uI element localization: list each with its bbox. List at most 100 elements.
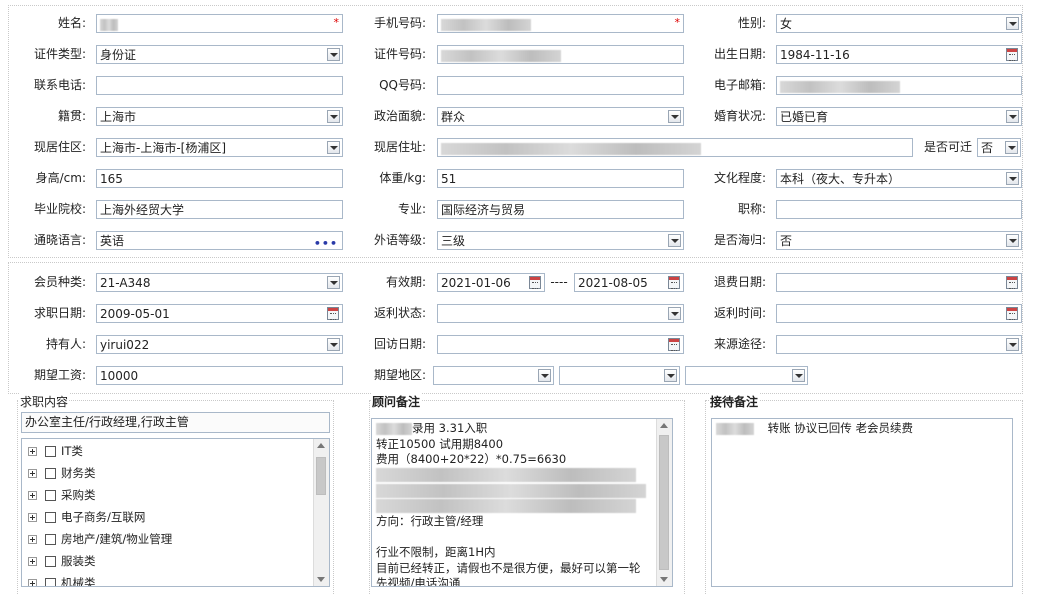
chevron-down-icon[interactable]: [1006, 110, 1019, 123]
chevron-down-icon[interactable]: [1006, 234, 1019, 247]
expand-icon[interactable]: [28, 579, 37, 586]
job-category-tree[interactable]: IT类 财务类 采购类 电子商务/互联网 房地产/建筑/物业管理 服装类 机械类: [21, 438, 330, 587]
expand-icon[interactable]: [28, 469, 37, 478]
advisor-note-line: 费用（8400+20*22）*0.75=6630: [376, 452, 654, 468]
tree-item[interactable]: 房地产/建筑/物业管理: [28, 529, 172, 550]
advisor-note-text: 费用（8400+20*22）*0.75=6630: [376, 452, 567, 466]
chevron-down-icon[interactable]: [327, 48, 340, 61]
chevron-down-icon[interactable]: [1006, 172, 1019, 185]
politics-select[interactable]: 群众: [437, 107, 684, 126]
refund-date-field[interactable]: [776, 273, 1022, 292]
marital-select[interactable]: 已婚已育: [776, 107, 1022, 126]
revisit-date-field[interactable]: [437, 335, 684, 354]
calendar-icon[interactable]: [529, 276, 541, 289]
region-city-select[interactable]: [559, 366, 680, 385]
chevron-down-icon[interactable]: [1006, 17, 1019, 30]
calendar-icon[interactable]: [668, 338, 680, 351]
scroll-down-icon[interactable]: [660, 577, 668, 582]
region-province-select[interactable]: [433, 366, 554, 385]
name-field[interactable]: *: [96, 14, 343, 33]
scroll-thumb[interactable]: [659, 435, 669, 570]
valid-to-field[interactable]: 2021-08-05: [574, 273, 684, 292]
expand-icon[interactable]: [28, 557, 37, 566]
education-select[interactable]: 本科（夜大、专升本）: [776, 169, 1022, 188]
chevron-down-icon[interactable]: [538, 369, 551, 382]
chevron-down-icon[interactable]: [792, 369, 805, 382]
chevron-down-icon[interactable]: [1005, 141, 1018, 154]
language-field[interactable]: 英语 •••: [96, 231, 343, 250]
native-select[interactable]: 上海市: [96, 107, 343, 126]
expand-icon[interactable]: [28, 513, 37, 522]
tree-item[interactable]: 机械类: [28, 573, 96, 586]
tree-item[interactable]: 采购类: [28, 485, 96, 506]
salary-field[interactable]: 10000: [96, 366, 343, 385]
checkbox[interactable]: [45, 578, 56, 586]
relocate-select[interactable]: 否: [977, 138, 1021, 157]
chevron-down-icon[interactable]: [668, 307, 681, 320]
chevron-down-icon[interactable]: [668, 234, 681, 247]
rebate-time-field[interactable]: [776, 304, 1022, 323]
expand-icon[interactable]: [28, 447, 37, 456]
checkbox[interactable]: [45, 512, 56, 523]
jobdate-field[interactable]: 2009-05-01: [96, 304, 343, 323]
checkbox[interactable]: [45, 556, 56, 567]
id-type-select[interactable]: 身份证: [96, 45, 343, 64]
weight-field[interactable]: 51: [437, 169, 684, 188]
job-summary-field[interactable]: 办公室主任/行政经理,行政主管: [21, 412, 330, 433]
scroll-up-icon[interactable]: [660, 423, 668, 428]
calendar-icon[interactable]: [327, 307, 339, 320]
tree-item[interactable]: 电子商务/互联网: [28, 507, 145, 528]
calendar-icon[interactable]: [1006, 276, 1018, 289]
scroll-down-icon[interactable]: [317, 577, 325, 582]
chevron-down-icon[interactable]: [327, 141, 340, 154]
holder-select[interactable]: yirui022: [96, 335, 343, 354]
scrollbar[interactable]: [656, 419, 672, 586]
chevron-down-icon[interactable]: [668, 110, 681, 123]
member-type-select[interactable]: 21-A348: [96, 273, 343, 292]
qq-field[interactable]: [437, 76, 684, 95]
lang-level-select[interactable]: 三级: [437, 231, 684, 250]
major-field[interactable]: 国际经济与贸易: [437, 200, 684, 219]
valid-from-field[interactable]: 2021-01-06: [437, 273, 545, 292]
expand-icon[interactable]: [28, 491, 37, 500]
calendar-icon[interactable]: [1006, 307, 1018, 320]
address-field[interactable]: [437, 138, 913, 157]
scroll-thumb[interactable]: [316, 457, 326, 495]
chevron-down-icon[interactable]: [664, 369, 677, 382]
advisor-notes-textarea[interactable]: 录用 3.31入职 转正10500 试用期8400 费用（8400+20*22）*0…: [371, 418, 673, 587]
checkbox[interactable]: [45, 534, 56, 545]
scrollbar[interactable]: [313, 439, 329, 586]
more-options-icon[interactable]: •••: [314, 234, 338, 249]
reception-notes-textarea[interactable]: 转账 协议已回传 老会员续费: [711, 418, 1013, 587]
email-field[interactable]: [776, 76, 1022, 95]
expand-icon[interactable]: [28, 535, 37, 544]
phone-field[interactable]: *: [437, 14, 684, 33]
region-district-select[interactable]: [685, 366, 808, 385]
title-field[interactable]: [776, 200, 1022, 219]
chevron-down-icon[interactable]: [327, 110, 340, 123]
overseas-select[interactable]: 否: [776, 231, 1022, 250]
salary-label: 期望工资:: [33, 368, 86, 382]
chevron-down-icon[interactable]: [327, 338, 340, 351]
chevron-down-icon[interactable]: [1006, 338, 1019, 351]
chevron-down-icon[interactable]: [327, 276, 340, 289]
tree-item[interactable]: 财务类: [28, 463, 96, 484]
relocate-label: 是否可迁: [923, 140, 972, 154]
gender-select[interactable]: 女: [776, 14, 1022, 33]
district-select[interactable]: 上海市-上海市-[杨浦区]: [96, 138, 343, 157]
birth-date-field[interactable]: 1984-11-16: [776, 45, 1022, 64]
rebate-status-select[interactable]: [437, 304, 684, 323]
calendar-icon[interactable]: [1006, 48, 1018, 61]
source-select[interactable]: [776, 335, 1022, 354]
tree-item[interactable]: 服装类: [28, 551, 96, 572]
calendar-icon[interactable]: [668, 276, 680, 289]
checkbox[interactable]: [45, 468, 56, 479]
tree-item[interactable]: IT类: [28, 441, 83, 462]
checkbox[interactable]: [45, 446, 56, 457]
checkbox[interactable]: [45, 490, 56, 501]
scroll-up-icon[interactable]: [317, 443, 325, 448]
school-field[interactable]: 上海外经贸大学: [96, 200, 343, 219]
contact-field[interactable]: [96, 76, 343, 95]
id-no-field[interactable]: [437, 45, 684, 64]
height-field[interactable]: 165: [96, 169, 343, 188]
